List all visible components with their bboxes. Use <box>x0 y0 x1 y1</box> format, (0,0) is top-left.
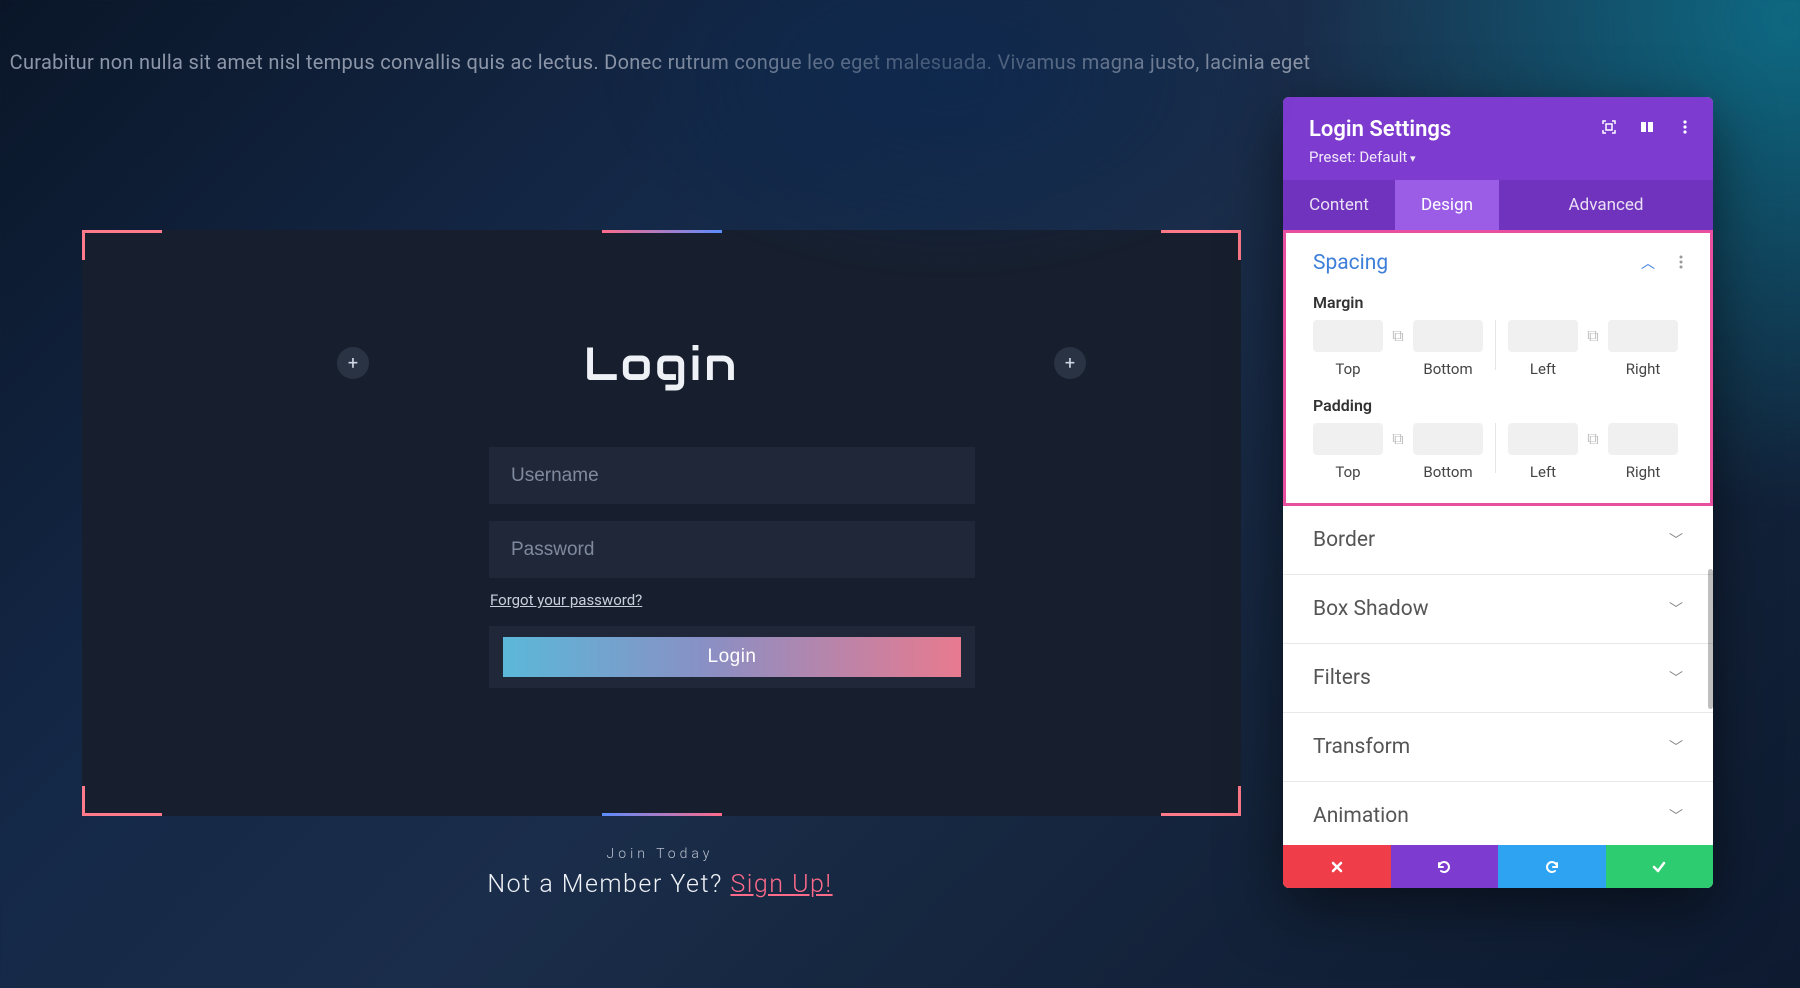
section-spacing-header[interactable]: Spacing ︿ <box>1286 233 1710 283</box>
padding-right-input[interactable] <box>1608 423 1678 455</box>
section-box-shadow-title: Box Shadow <box>1313 597 1429 621</box>
scrollbar[interactable] <box>1708 569 1713 709</box>
action-bar <box>1283 845 1713 888</box>
padding-bottom-input[interactable] <box>1413 423 1483 455</box>
section-border: Border ﹀ <box>1283 506 1713 575</box>
section-box-shadow: Box Shadow ﹀ <box>1283 575 1713 644</box>
join-prefix: Not a Member Yet? <box>487 870 730 899</box>
label-left: Left <box>1530 360 1556 378</box>
label-bottom: Bottom <box>1423 463 1472 481</box>
section-animation-title: Animation <box>1313 804 1409 828</box>
join-small-text: Join Today <box>0 846 1320 862</box>
join-main-text: Not a Member Yet? Sign Up! <box>0 870 1320 899</box>
design-sections[interactable]: Spacing ︿ Margin Top ⧉ <box>1283 230 1713 845</box>
add-module-right-button[interactable]: + <box>1054 347 1086 379</box>
undo-button[interactable] <box>1391 845 1499 888</box>
section-transform: Transform ﹀ <box>1283 713 1713 782</box>
chevron-down-icon: ﹀ <box>1669 530 1683 550</box>
section-animation-header[interactable]: Animation ﹀ <box>1283 782 1713 845</box>
corner-accent <box>1161 813 1241 816</box>
margin-row: Top ⧉ Bottom Left ⧉ Right <box>1313 320 1683 378</box>
section-border-header[interactable]: Border ﹀ <box>1283 506 1713 574</box>
link-icon[interactable]: ⧉ <box>1584 423 1602 455</box>
chevron-down-icon: ﹀ <box>1669 737 1683 757</box>
corner-accent <box>82 230 162 233</box>
redo-button[interactable] <box>1498 845 1606 888</box>
label-right: Right <box>1626 463 1660 481</box>
padding-top-input[interactable] <box>1313 423 1383 455</box>
corner-accent <box>82 230 85 260</box>
chevron-down-icon: ﹀ <box>1669 668 1683 688</box>
login-button[interactable]: Login <box>503 637 961 677</box>
corner-accent <box>1238 786 1241 816</box>
forgot-password-link[interactable]: Forgot your password? <box>490 591 642 609</box>
chevron-down-icon: ﹀ <box>1669 806 1683 826</box>
corner-accent <box>1161 230 1241 233</box>
tab-design[interactable]: Design <box>1395 180 1499 230</box>
signup-link[interactable]: Sign Up! <box>730 870 832 899</box>
section-spacing-title: Spacing <box>1313 251 1388 275</box>
margin-bottom-input[interactable] <box>1413 320 1483 352</box>
login-module: + Login + Forgot your password? Login <box>82 230 1241 816</box>
padding-left-input[interactable] <box>1508 423 1578 455</box>
save-button[interactable] <box>1606 845 1714 888</box>
label-bottom: Bottom <box>1423 360 1472 378</box>
margin-top-input[interactable] <box>1313 320 1383 352</box>
tab-advanced[interactable]: Advanced <box>1499 180 1713 230</box>
label-top: Top <box>1335 463 1360 481</box>
chevron-down-icon: ﹀ <box>1669 599 1683 619</box>
username-field[interactable] <box>489 447 975 504</box>
link-icon[interactable]: ⧉ <box>1584 320 1602 352</box>
login-button-container: Login <box>489 626 975 688</box>
preset-dropdown[interactable]: Preset: Default <box>1309 148 1687 166</box>
divider <box>1495 320 1496 370</box>
corner-accent <box>602 813 722 816</box>
join-cta: Join Today Not a Member Yet? Sign Up! <box>0 846 1320 899</box>
section-filters: Filters ﹀ <box>1283 644 1713 713</box>
margin-label: Margin <box>1313 293 1683 312</box>
label-left: Left <box>1530 463 1556 481</box>
more-icon[interactable] <box>1677 119 1693 135</box>
tab-content[interactable]: Content <box>1283 180 1395 230</box>
corner-accent <box>82 786 85 816</box>
section-transform-title: Transform <box>1313 735 1410 759</box>
section-transform-header[interactable]: Transform ﹀ <box>1283 713 1713 781</box>
section-box-shadow-header[interactable]: Box Shadow ﹀ <box>1283 575 1713 643</box>
padding-label: Padding <box>1313 396 1683 415</box>
password-field[interactable] <box>489 521 975 578</box>
chevron-up-icon: ︿ <box>1641 253 1655 273</box>
settings-panel: Login Settings Preset: Default Content D… <box>1283 97 1713 888</box>
settings-header: Login Settings Preset: Default <box>1283 97 1713 180</box>
columns-icon[interactable] <box>1639 119 1655 135</box>
section-animation: Animation ﹀ <box>1283 782 1713 845</box>
intro-text: Curabitur non nulla sit amet nisl tempus… <box>0 45 1320 79</box>
margin-left-input[interactable] <box>1508 320 1578 352</box>
padding-row: Top ⧉ Bottom Left ⧉ Right <box>1313 423 1683 481</box>
corner-accent <box>1238 230 1241 260</box>
margin-right-input[interactable] <box>1608 320 1678 352</box>
divider <box>1495 423 1496 473</box>
corner-accent <box>602 230 722 233</box>
section-menu-icon[interactable] <box>1679 254 1683 273</box>
cancel-button[interactable] <box>1283 845 1391 888</box>
settings-tabs: Content Design Advanced <box>1283 180 1713 230</box>
link-icon[interactable]: ⧉ <box>1389 320 1407 352</box>
label-right: Right <box>1626 360 1660 378</box>
section-spacing: Spacing ︿ Margin Top ⧉ <box>1283 230 1713 506</box>
focus-icon[interactable] <box>1601 119 1617 135</box>
label-top: Top <box>1335 360 1360 378</box>
section-filters-title: Filters <box>1313 666 1371 690</box>
corner-accent <box>82 813 162 816</box>
section-border-title: Border <box>1313 528 1375 552</box>
link-icon[interactable]: ⧉ <box>1389 423 1407 455</box>
section-filters-header[interactable]: Filters ﹀ <box>1283 644 1713 712</box>
